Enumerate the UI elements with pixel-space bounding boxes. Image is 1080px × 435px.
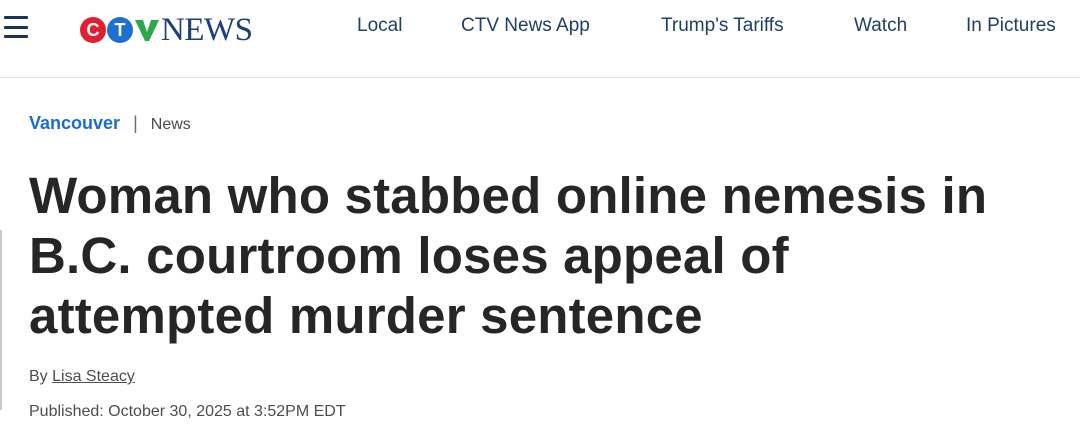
nav-item-ctv-news-app[interactable]: CTV News App [461,15,590,37]
breadcrumb-subsection: News [150,116,191,133]
breadcrumb-section-link[interactable]: Vancouver [29,113,120,133]
breadcrumb: Vancouver | News [29,113,191,134]
byline-prefix: By [29,368,48,385]
main-nav: Local CTV News App Trump's Tariffs Watch… [0,15,1080,41]
byline: By Lisa Steacy [29,368,135,386]
left-divider [0,230,2,410]
breadcrumb-separator: | [133,113,138,133]
nav-item-trumps-tariffs[interactable]: Trump's Tariffs [661,15,784,37]
nav-item-watch[interactable]: Watch [854,15,907,37]
published-timestamp: Published: October 30, 2025 at 3:52PM ED… [29,403,346,420]
site-header: C T NEWS Local CTV News App Trump's Tari… [0,0,1080,78]
nav-item-in-pictures[interactable]: In Pictures [966,15,1056,37]
article-headline: Woman who stabbed online nemesis in B.C.… [29,167,988,344]
author-link[interactable]: Lisa Steacy [52,368,135,385]
nav-item-local[interactable]: Local [357,15,402,37]
